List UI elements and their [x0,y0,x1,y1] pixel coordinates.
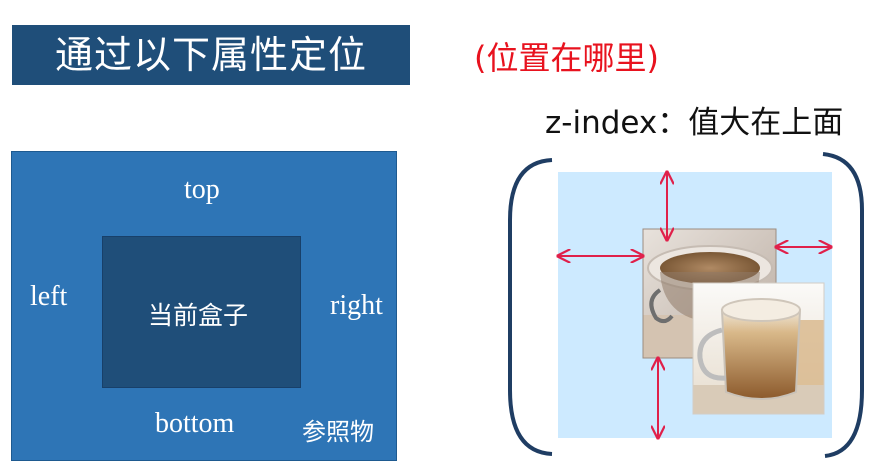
latte-cup-photo [692,282,825,415]
label-right: right [330,290,383,321]
label-reference: 参照物 [302,418,374,446]
label-current-box: 当前盒子 [148,301,249,330]
label-bottom: bottom [155,408,235,439]
title-banner: 通过以下属性定位 [12,25,410,85]
label-top: top [184,174,220,205]
left-bracket [508,158,553,456]
zindex-diagram [508,152,864,458]
subtitle-position: (位置在哪里) [474,39,659,77]
slide: 通过以下属性定位 (位置在哪里) z-index：值大在上面 top left … [0,0,881,470]
zindex-note: z-index：值大在上面 [545,105,844,141]
label-left: left [30,281,68,312]
